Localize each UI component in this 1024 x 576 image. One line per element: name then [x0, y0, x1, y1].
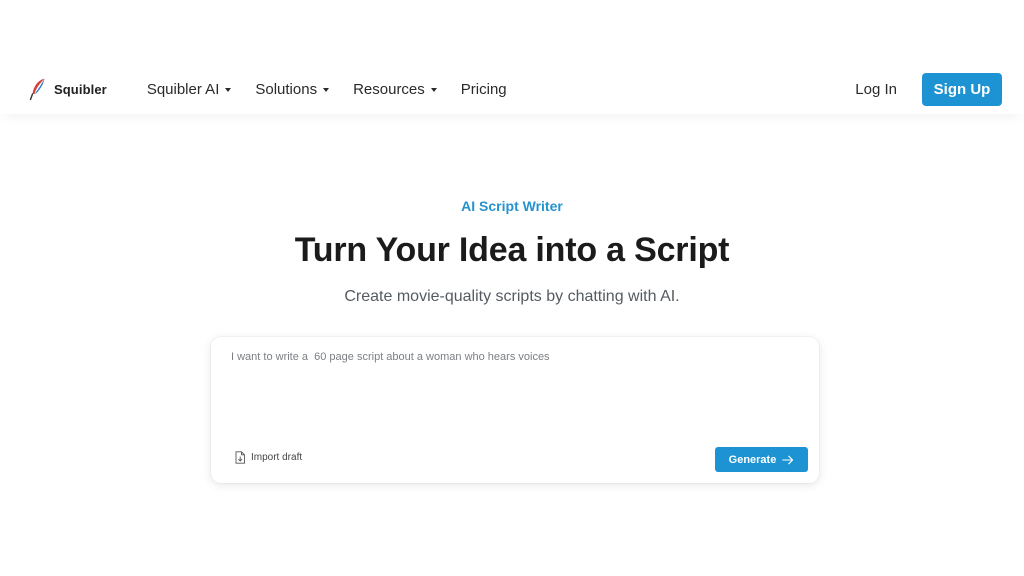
main-nav: Squibler AI Solutions Resources Pricing: [147, 81, 507, 98]
page: Squibler Squibler AI Solutions Resources…: [0, 0, 1024, 576]
top-navbar: Squibler Squibler AI Solutions Resources…: [0, 64, 1024, 114]
nav-item-label: Pricing: [460, 80, 507, 98]
logo-text: Squibler: [54, 81, 107, 97]
hero-title: Turn Your Idea into a Script: [294, 231, 730, 269]
generate-button[interactable]: Generate: [715, 447, 808, 472]
prompt-card: Import draft Generate: [211, 337, 819, 483]
quill-feather-icon: [28, 77, 48, 101]
caret-down-icon: [225, 87, 232, 92]
script-idea-input[interactable]: [231, 351, 799, 431]
hero-eyebrow: AI Script Writer: [461, 198, 563, 214]
caret-down-icon: [430, 87, 437, 92]
signup-button[interactable]: Sign Up: [922, 72, 1002, 106]
generate-label: Generate: [728, 453, 777, 466]
import-draft-label: Import draft: [251, 452, 303, 463]
nav-item-squibler-ai[interactable]: Squibler AI: [147, 81, 232, 98]
nav-item-resources[interactable]: Resources: [353, 81, 437, 98]
arrow-right-icon: [782, 455, 794, 465]
nav-item-label: Solutions: [255, 80, 318, 98]
document-import-icon: [234, 451, 246, 464]
nav-item-label: Resources: [353, 80, 425, 98]
nav-item-solutions[interactable]: Solutions: [255, 80, 330, 98]
auth-actions: Log In Sign Up: [855, 72, 1002, 106]
logo[interactable]: Squibler: [28, 77, 107, 101]
caret-down-icon: [323, 87, 330, 92]
nav-item-label: Squibler AI: [146, 80, 220, 98]
hero-section: AI Script Writer Turn Your Idea into a S…: [0, 196, 1024, 308]
login-link[interactable]: Log In: [855, 81, 897, 98]
import-draft-button[interactable]: Import draft: [234, 451, 302, 464]
nav-item-pricing[interactable]: Pricing: [461, 81, 507, 98]
hero-subtitle: Create movie-quality scripts by chatting…: [344, 288, 680, 305]
